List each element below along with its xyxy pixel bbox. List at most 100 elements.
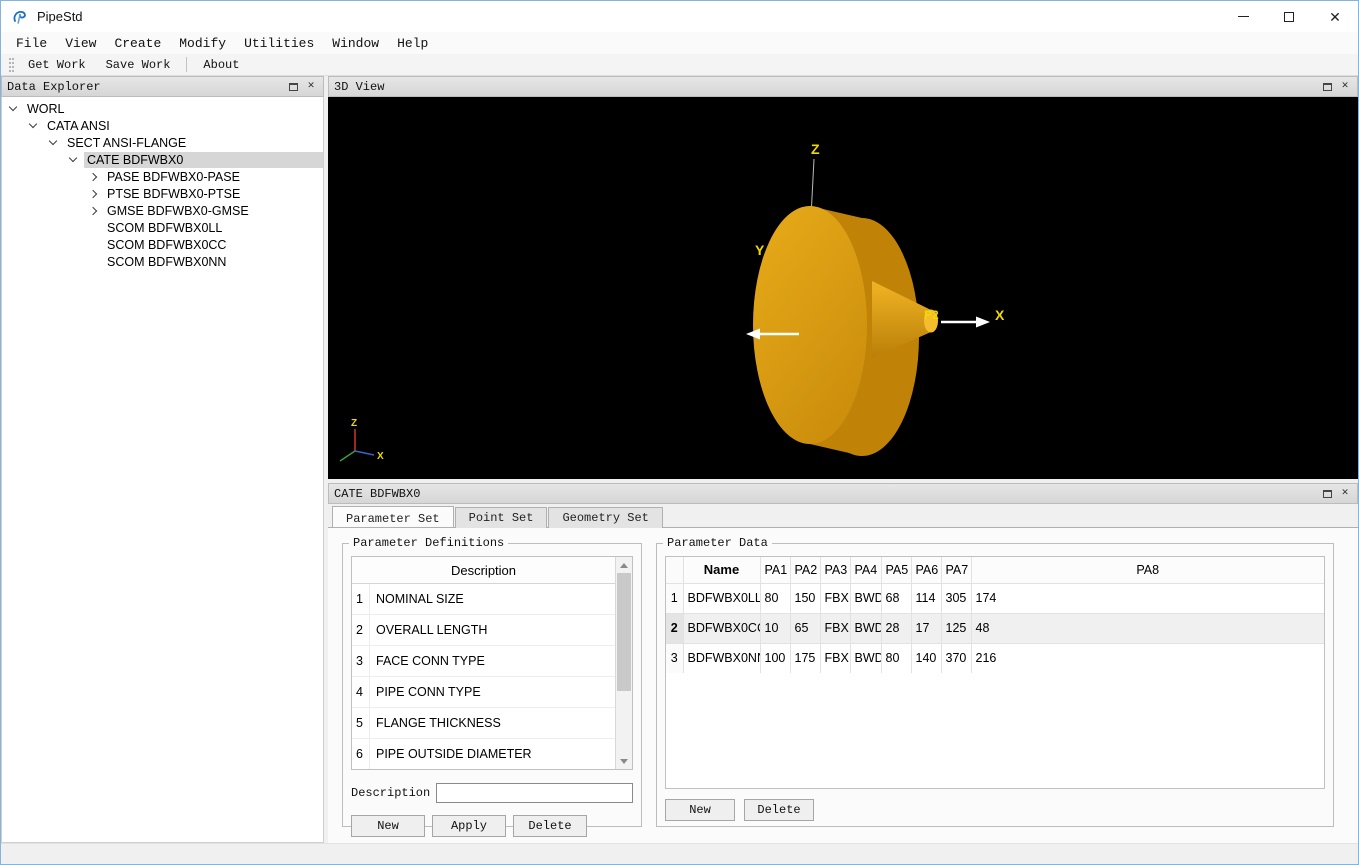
description-input[interactable]	[436, 783, 633, 803]
data-row[interactable]: 3 BDFWBX0NN 100 175 FBX BWD 80 140 370 216	[666, 642, 1324, 674]
row-number: 4	[352, 677, 370, 707]
parameter-definitions-label: Parameter Definitions	[353, 536, 505, 550]
menu-help[interactable]: Help	[388, 34, 437, 53]
collapse-arrow-icon[interactable]	[8, 102, 18, 112]
toolbar-about-button[interactable]: About	[193, 56, 249, 74]
menu-file[interactable]: File	[7, 34, 56, 53]
expand-arrow-icon[interactable]	[88, 189, 98, 198]
title-bar[interactable]: PipeStd ✕	[1, 1, 1358, 32]
data-row[interactable]: 2 BDFWBX0CC 10 65 FBX BWD 28 17 125 48	[666, 612, 1324, 644]
collapse-arrow-icon[interactable]	[68, 153, 78, 163]
dock-close-button[interactable]: ✕	[1337, 79, 1353, 94]
row-number: 3	[352, 646, 370, 676]
tab-geometry-set[interactable]: Geometry Set	[548, 507, 663, 528]
definition-row[interactable]: 6 PIPE OUTSIDE DIAMETER	[352, 739, 615, 769]
view3d-titlebar[interactable]: 3D View ✕	[328, 76, 1358, 97]
dock-close-button[interactable]: ✕	[1337, 486, 1353, 501]
menu-create[interactable]: Create	[105, 34, 170, 53]
column-header-pa3[interactable]: PA3	[819, 557, 851, 584]
view3d-canvas[interactable]: Z Y X P2 Z X	[328, 97, 1358, 479]
data-cell: 175	[789, 642, 821, 674]
scrollbar-track[interactable]	[616, 573, 632, 753]
definition-row[interactable]: 2 OVERALL LENGTH	[352, 615, 615, 646]
column-header-pa8[interactable]: PA8	[970, 557, 1324, 584]
main-area: Data Explorer ✕ WORL CATA ANSI SECT ANSI-F…	[1, 76, 1358, 843]
column-header-pa6[interactable]: PA6	[910, 557, 942, 584]
minimize-icon	[1237, 16, 1249, 17]
collapse-arrow-icon[interactable]	[28, 119, 38, 129]
collapse-arrow-icon[interactable]	[48, 136, 58, 146]
p2-point-label: P2	[924, 308, 939, 322]
tree-item-pase-bdfwbx0-pase[interactable]: PASE BDFWBX0-PASE	[2, 168, 323, 185]
menu-utilities[interactable]: Utilities	[235, 34, 323, 53]
definition-row[interactable]: 3 FACE CONN TYPE	[352, 646, 615, 677]
data-cell: BDFWBX0LL	[682, 582, 761, 614]
data-table-body: 1 BDFWBX0LL 80 150 FBX BWD 68 114 305 174 2 BDFWBX0…	[666, 582, 1324, 674]
tab-point-set[interactable]: Point Set	[454, 507, 548, 528]
minimize-button[interactable]	[1220, 1, 1266, 32]
column-header-name[interactable]: Name	[682, 557, 761, 584]
column-header-pa1[interactable]: PA1	[759, 557, 791, 584]
definitions-scrollbar[interactable]	[615, 557, 632, 769]
editor-titlebar[interactable]: CATE BDFWBX0 ✕	[328, 483, 1358, 504]
expand-arrow-icon[interactable]	[88, 206, 98, 215]
tree-item-label: SCOM BDFWBX0LL	[107, 220, 223, 235]
data-cell: 17	[910, 612, 942, 644]
expand-arrow-icon[interactable]	[88, 172, 98, 181]
new-button[interactable]: New	[351, 815, 425, 837]
menu-view[interactable]: View	[56, 34, 105, 53]
delete-button[interactable]: Delete	[513, 815, 587, 837]
toolbar-get-work-button[interactable]: Get Work	[18, 56, 96, 74]
scroll-down-button[interactable]	[616, 753, 632, 769]
column-header-pa2[interactable]: PA2	[789, 557, 821, 584]
data-row[interactable]: 1 BDFWBX0LL 80 150 FBX BWD 68 114 305 174	[666, 582, 1324, 614]
definition-row[interactable]: 4 PIPE CONN TYPE	[352, 677, 615, 708]
data-new-button[interactable]: New	[665, 799, 735, 821]
column-header-pa7[interactable]: PA7	[940, 557, 972, 584]
toolbar-save-work-button[interactable]: Save Work	[96, 56, 181, 74]
close-button[interactable]: ✕	[1312, 1, 1358, 32]
dock-close-button[interactable]: ✕	[303, 79, 319, 94]
column-header-pa4[interactable]: PA4	[849, 557, 882, 584]
column-header-pa5[interactable]: PA5	[880, 557, 912, 584]
tree-item-gmse-bdfwbx0-gmse[interactable]: GMSE BDFWBX0-GMSE	[2, 202, 323, 219]
tree-item-scom-bdfwbx0nn[interactable]: SCOM BDFWBX0NN	[2, 253, 323, 270]
tab-parameter-set[interactable]: Parameter Set	[332, 506, 454, 527]
close-icon: ✕	[1341, 80, 1349, 92]
status-bar	[1, 843, 1358, 864]
app-logo-icon	[13, 10, 26, 24]
tree-item-sect-ansi-flange[interactable]: SECT ANSI-FLANGE	[2, 134, 323, 151]
menu-modify[interactable]: Modify	[170, 34, 235, 53]
tree-item-cata-ansi[interactable]: CATA ANSI	[2, 117, 323, 134]
window-title: PipeStd	[37, 9, 83, 24]
explorer-tree: WORL CATA ANSI SECT ANSI-FLANGE CATE BDFWBX…	[1, 97, 324, 843]
tree-item-scom-bdfwbx0ll[interactable]: SCOM BDFWBX0LL	[2, 219, 323, 236]
data-cell: BWD	[849, 582, 882, 614]
menu-window[interactable]: Window	[323, 34, 388, 53]
tree-item-ptse-bdfwbx0-ptse[interactable]: PTSE BDFWBX0-PTSE	[2, 185, 323, 202]
float-button[interactable]	[1319, 79, 1335, 94]
data-delete-button[interactable]: Delete	[744, 799, 814, 821]
tree-item-label: WORL	[27, 101, 65, 116]
tree-item-cate-bdfwbx0[interactable]: CATE BDFWBX0	[2, 151, 323, 168]
data-cell: 125	[940, 612, 972, 644]
toolbar-grip[interactable]	[9, 57, 14, 72]
float-button[interactable]	[285, 79, 301, 94]
scrollbar-thumb[interactable]	[617, 573, 631, 691]
data-explorer-titlebar[interactable]: Data Explorer ✕	[1, 76, 324, 97]
scroll-up-button[interactable]	[616, 557, 632, 573]
data-cell: BWD	[849, 642, 882, 674]
corner-cell	[666, 557, 684, 584]
data-cell: 48	[970, 612, 1324, 644]
float-button[interactable]	[1319, 486, 1335, 501]
definition-description: PIPE CONN TYPE	[376, 685, 481, 699]
definition-row[interactable]: 1 NOMINAL SIZE	[352, 584, 615, 615]
apply-button[interactable]: Apply	[432, 815, 506, 837]
row-number: 3	[666, 642, 684, 674]
description-column-header[interactable]: Description	[352, 557, 615, 584]
tree-item-scom-bdfwbx0cc[interactable]: SCOM BDFWBX0CC	[2, 236, 323, 253]
definition-row[interactable]: 5 FLANGE THICKNESS	[352, 708, 615, 739]
tree-item-worl[interactable]: WORL	[2, 100, 323, 117]
maximize-button[interactable]	[1266, 1, 1312, 32]
data-cell: BDFWBX0NN	[682, 642, 761, 674]
